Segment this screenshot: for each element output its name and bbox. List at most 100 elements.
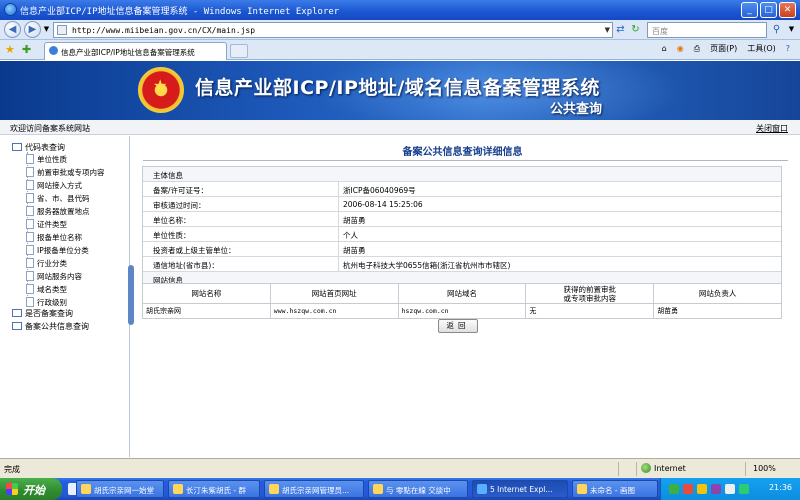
app-icon	[373, 484, 383, 494]
url-text[interactable]: http://www.miibeian.gov.cn/CX/main.jsp	[72, 26, 255, 35]
table-row: 胡氏宗亲网 www.hszqw.com.cn hszqw.com.cn 无 胡苗…	[142, 303, 782, 319]
close-window-link[interactable]: 关闭窗口	[756, 123, 788, 134]
taskbar-item-label: 长汀朱紫胡氏 - 群	[186, 486, 246, 495]
clock[interactable]: 21:36	[769, 483, 792, 492]
tray-icon[interactable]	[669, 484, 679, 494]
status-text: 完成	[4, 465, 20, 474]
taskbar-item[interactable]: 胡氏宗亲网管理员...	[264, 480, 364, 498]
sidebar-item-label: 报备单位名称	[37, 233, 82, 242]
system-tray: 21:36	[660, 478, 800, 500]
tree-group-public-info[interactable]: 备案公共信息查询	[12, 321, 89, 332]
maximize-button[interactable]: □	[760, 2, 777, 18]
cell-divider	[338, 257, 339, 272]
sidebar-item[interactable]: 行业分类	[26, 258, 67, 269]
panel-splitter-handle[interactable]	[128, 265, 134, 325]
taskbar-item[interactable]: 与 零點在線 交談中	[368, 480, 468, 498]
sidebar-item-label: 省、市、县代码	[37, 194, 90, 203]
taskbar-item-active[interactable]: 5 Internet Expl...	[472, 480, 568, 498]
sidebar-item-label: 证件类型	[37, 220, 67, 229]
search-input[interactable]: 百度	[647, 22, 767, 38]
sidebar-item-label: 单位性质	[37, 155, 67, 164]
minimize-button[interactable]: _	[741, 2, 758, 18]
national-emblem-icon	[138, 67, 184, 113]
app-icon	[577, 484, 587, 494]
start-button[interactable]: 开始	[0, 478, 62, 500]
favorites-star-icon[interactable]: ★	[5, 43, 15, 56]
tab-current[interactable]: 信息产业部ICP/IP地址信息备案管理系统	[44, 42, 227, 60]
document-icon	[26, 271, 34, 281]
close-button[interactable]: ✕	[779, 2, 796, 18]
info-value: 2006-08-14 15:25:06	[343, 200, 423, 209]
back-arrow-icon[interactable]: ◀	[4, 21, 21, 38]
app-icon	[269, 484, 279, 494]
start-label: 开始	[23, 484, 45, 497]
sidebar-item[interactable]: IP报备单位分类	[26, 245, 89, 256]
search-icon[interactable]: ⚲	[770, 23, 783, 36]
sidebar-item[interactable]: 网站服务内容	[26, 271, 82, 282]
search-placeholder: 百度	[652, 27, 668, 36]
sidebar-item-label: 行政级别	[37, 298, 67, 307]
sidebar-item[interactable]: 网站接入方式	[26, 180, 82, 191]
document-icon	[26, 297, 34, 307]
tree-group-label: 代码表查询	[25, 143, 65, 152]
feeds-icon[interactable]: ◉	[677, 44, 684, 53]
zoom-level[interactable]: 100%	[753, 464, 776, 473]
sidebar-item[interactable]: 证件类型	[26, 219, 67, 230]
document-icon	[26, 245, 34, 255]
section-header-subject: 主体信息	[143, 167, 781, 182]
tray-icon[interactable]	[683, 484, 693, 494]
back-button[interactable]: 返回	[438, 319, 478, 333]
internet-zone-icon	[641, 463, 651, 473]
cell-approval: 无	[525, 303, 655, 319]
forward-arrow-icon[interactable]: ▶	[24, 21, 41, 38]
history-dropdown-icon[interactable]: ▼	[40, 23, 53, 36]
page-menu[interactable]: 页面(P)	[710, 43, 737, 54]
column-header-approval: 获得的前置审批 或专项审批内容	[525, 283, 655, 304]
sidebar-item[interactable]: 单位性质	[26, 154, 67, 165]
taskbar-item[interactable]: 胡氏宗亲网一始堂	[76, 480, 164, 498]
tray-icon[interactable]	[697, 484, 707, 494]
sidebar-item[interactable]: 前置审批或专项内容	[26, 167, 105, 178]
home-icon[interactable]: ⌂	[662, 44, 667, 53]
info-value: 浙ICP备06040969号	[343, 186, 416, 195]
column-header-owner: 网站负责人	[653, 283, 782, 304]
compatibility-icon[interactable]: ⇄	[614, 23, 627, 36]
cell-divider	[338, 197, 339, 212]
new-tab-button[interactable]	[230, 44, 248, 58]
info-value: 杭州电子科技大学0655信箱(浙江省杭州市市辖区)	[343, 261, 511, 270]
document-icon	[26, 154, 34, 164]
tools-menu[interactable]: 工具(O)	[747, 43, 776, 54]
site-info-table: 网站名称 网站首页网址 网站域名 获得的前置审批 或专项审批内容 网站负责人 胡…	[142, 283, 782, 319]
info-label: 审核通过时间：	[153, 201, 206, 210]
sidebar-item[interactable]: 报备单位名称	[26, 232, 82, 243]
taskbar-item[interactable]: 长汀朱紫胡氏 - 群	[168, 480, 260, 498]
add-favorites-icon[interactable]: ✚	[22, 43, 31, 56]
info-label: 单位名称：	[153, 216, 191, 225]
search-options-icon[interactable]: ▼	[785, 23, 798, 36]
tray-icon[interactable]	[739, 484, 749, 494]
print-icon[interactable]: ⎙	[694, 44, 700, 54]
sidebar-item[interactable]: 行政级别	[26, 297, 67, 308]
tray-icon[interactable]	[725, 484, 735, 494]
address-dropdown-icon[interactable]: ▼	[605, 26, 610, 34]
cell-divider	[338, 212, 339, 227]
sidebar-item[interactable]: 省、市、县代码	[26, 193, 90, 204]
window-titlebar: 信息产业部ICP/IP地址信息备案管理系统 - Windows Internet…	[0, 0, 800, 20]
tray-icon[interactable]	[711, 484, 721, 494]
page-title: 备案公共信息查询详细信息	[402, 147, 523, 158]
taskbar-item[interactable]: 未命名 - 画图	[572, 480, 658, 498]
document-icon	[26, 284, 34, 294]
document-icon	[26, 193, 34, 203]
info-row: 通信地址(省市县)： 杭州电子科技大学0655信箱(浙江省杭州市市辖区)	[143, 257, 781, 272]
sidebar-item[interactable]: 域名类型	[26, 284, 67, 295]
help-icon[interactable]: ?	[786, 44, 790, 53]
tree-group-record-check[interactable]: 是否备案查询	[12, 308, 73, 319]
window-controls: _ □ ✕	[741, 2, 796, 18]
sidebar-item[interactable]: 服务器放置地点	[26, 206, 90, 217]
document-icon	[26, 206, 34, 216]
stop-icon[interactable]	[632, 23, 645, 36]
address-bar[interactable]: http://www.miibeian.gov.cn/CX/main.jsp ▼	[53, 22, 613, 38]
info-value: 胡苗勇	[343, 246, 366, 255]
sidebar-item-label: 行业分类	[37, 259, 67, 268]
tree-group-code-tables[interactable]: 代码表查询	[12, 142, 65, 153]
